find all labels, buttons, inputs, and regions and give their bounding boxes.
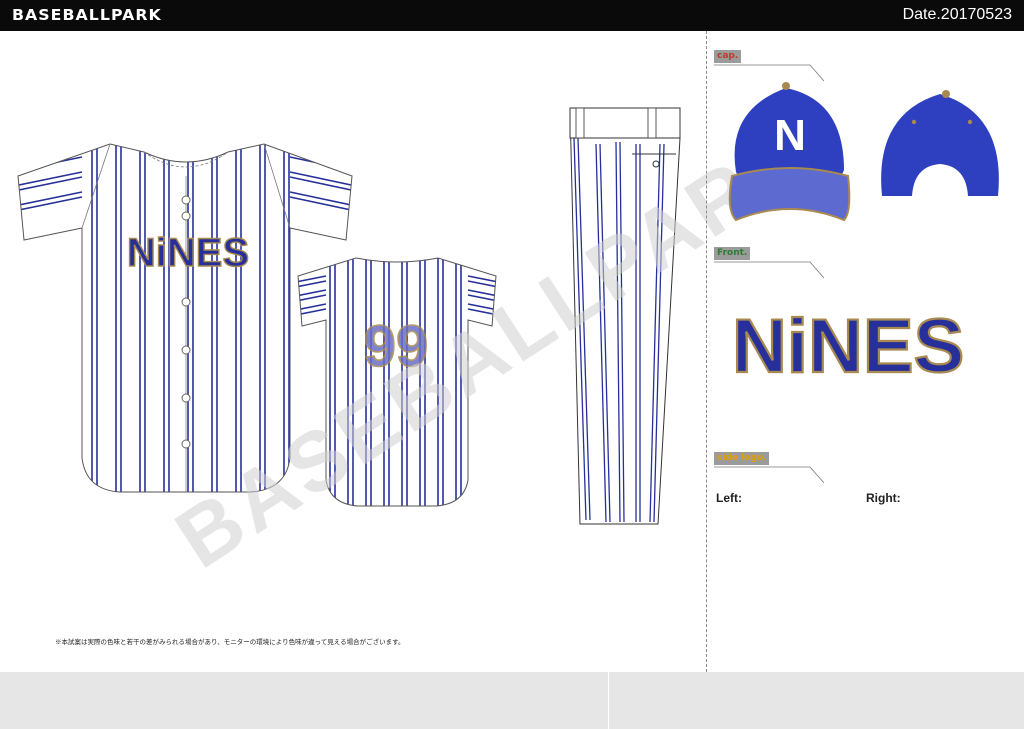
side-logo-leader-line: [714, 466, 825, 484]
front-section-label: Front.: [714, 247, 751, 260]
front-wordmark: NiNES: [731, 303, 965, 382]
side-logo-section-label: side logo.: [714, 452, 770, 465]
date-label: Date.20170523: [902, 6, 1012, 23]
brand-logo: BASEBALLPARK: [12, 6, 162, 24]
disclaimer-note: ※本試案は実際の色味と若干の差がみられる場合があり、モニターの環境により色味が違…: [55, 639, 405, 646]
side-logo-right-label: Right:: [866, 491, 901, 505]
svg-text:NiNES: NiNES: [732, 304, 964, 382]
side-logo-left-label: Left:: [716, 491, 742, 505]
section-divider: [706, 31, 707, 672]
footer-band: [0, 672, 1024, 729]
cap-logo-letter: N: [774, 111, 806, 160]
cap-section-label: cap.: [714, 50, 742, 63]
header-bar: BASEBALLPARK Date.20170523: [0, 0, 1024, 31]
footer-separator: [608, 672, 609, 729]
cap-front: N: [728, 82, 851, 222]
cap-back: [881, 90, 999, 196]
front-leader-line: [714, 261, 825, 279]
